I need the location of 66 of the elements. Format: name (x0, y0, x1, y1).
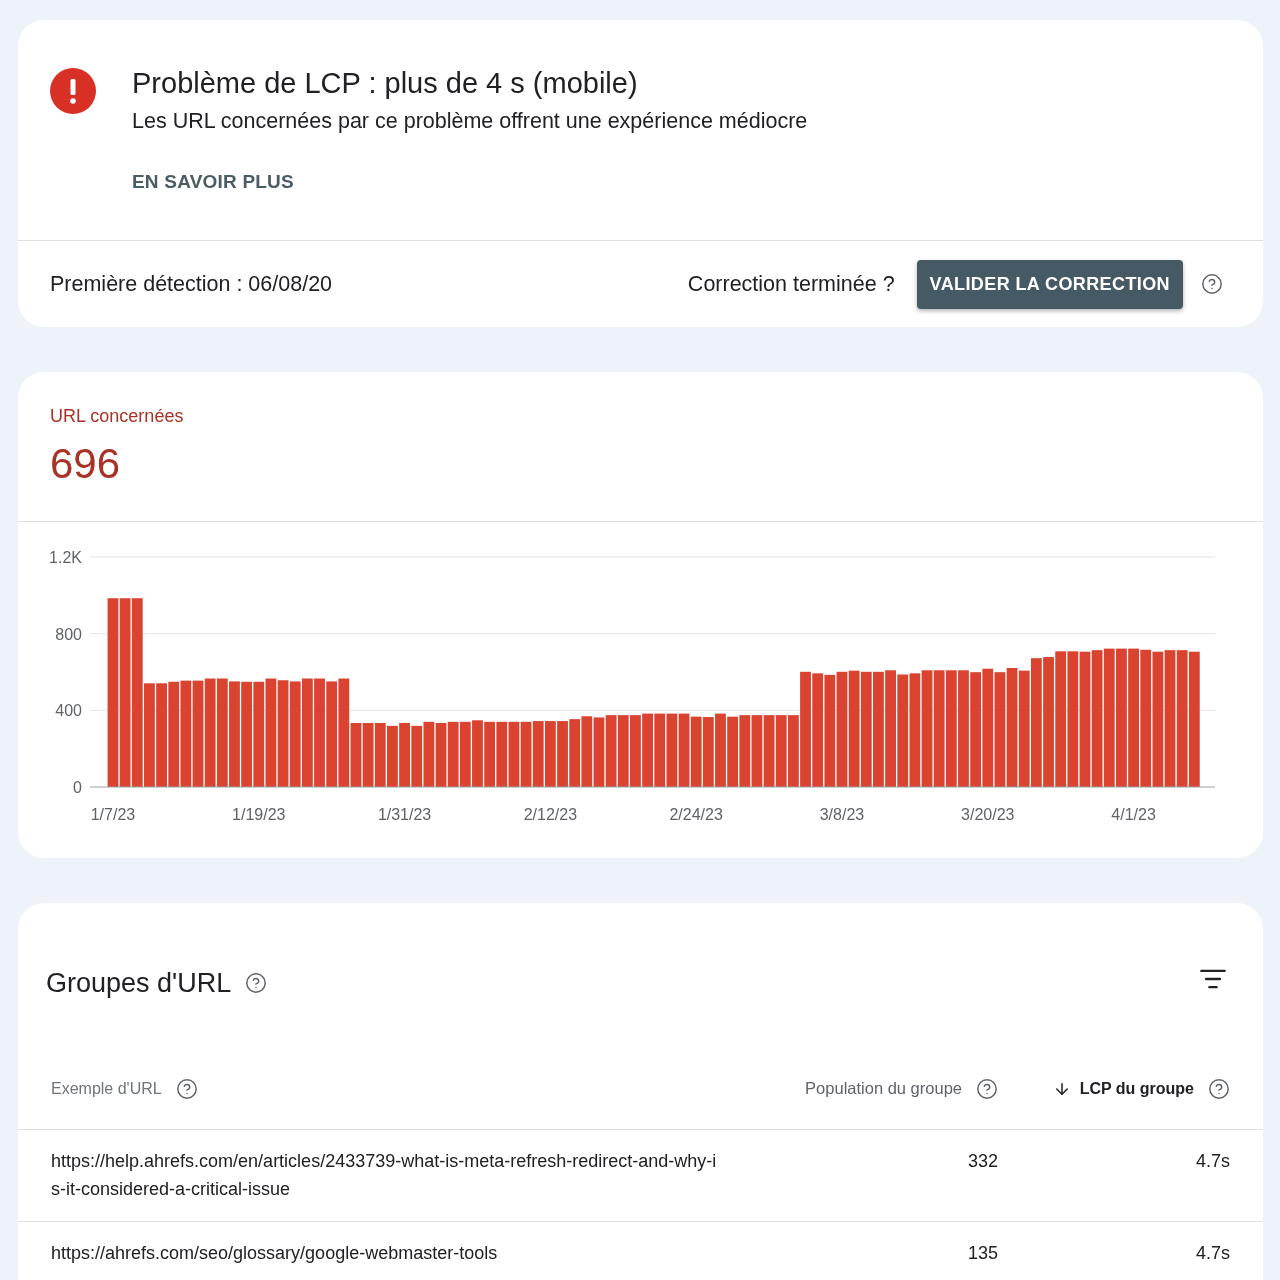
help-icon[interactable] (1208, 1077, 1230, 1100)
lcp-cell-text: 4.7s (1195, 1242, 1230, 1265)
fix-question-text: Correction terminée ? (687, 270, 895, 298)
chart-bar (690, 716, 702, 787)
y-axis-label: 1.2K (49, 549, 82, 566)
chart-bar (362, 723, 374, 787)
chart-bar (593, 717, 605, 787)
issue-title: Problème de LCP : plus de 4 s (mobile) (132, 66, 638, 101)
chart-bar (508, 721, 520, 787)
chart-bar (702, 717, 714, 787)
x-axis-label: 4/1/23 (1111, 806, 1156, 823)
chart-bar (459, 721, 471, 787)
x-axis-label: 3/20/23 (961, 806, 1015, 823)
chart-bar (617, 715, 629, 787)
chart-bar (557, 721, 568, 787)
chart-bar (544, 721, 556, 787)
x-axis-label: 3/8/23 (819, 806, 865, 823)
chart-bar (484, 721, 496, 787)
chart-bar (399, 723, 410, 787)
chart-bar (472, 720, 483, 787)
chart-bar (532, 721, 544, 787)
column-header[interactable]: LCP du groupe (1079, 1076, 1194, 1101)
url-groups-title: Groupes d'URL (46, 967, 232, 1000)
y-axis-label: 0 (73, 779, 82, 796)
affected-urls-count: 696 (50, 439, 121, 489)
help-icon[interactable] (245, 972, 268, 994)
exclamation-icon (50, 68, 96, 114)
issue-description: Les URL concernées par ce problème offrent une expérience médiocre (132, 108, 808, 135)
chart-bar (387, 725, 398, 787)
help-icon[interactable] (976, 1077, 998, 1100)
chart-bar (411, 725, 423, 787)
y-axis-label: 800 (55, 625, 82, 643)
chart-bar (496, 721, 508, 787)
population-cell-text: 332 (967, 1150, 998, 1173)
chart-bar (435, 723, 447, 787)
chart-bar (374, 723, 386, 787)
chart-bar (605, 715, 617, 787)
chart-bar (763, 715, 775, 787)
population-cell-text: 135 (967, 1242, 998, 1265)
chart-bar (569, 719, 581, 787)
x-axis-label: 1/31/23 (377, 806, 432, 823)
help-icon[interactable] (175, 1077, 198, 1100)
chart-bar (447, 721, 459, 787)
chart-bar (630, 715, 641, 787)
column-header[interactable]: Exemple d'URL (51, 1076, 162, 1101)
affected-urls-label: URL concernées (50, 405, 184, 428)
chart-bar (727, 716, 739, 787)
chart-bar (581, 716, 593, 787)
y-axis-label: 400 (55, 702, 82, 720)
url-cell[interactable]: https://help.ahrefs.com/en/articles/2433739-what-is-meta-refresh-redirect-and-why-is-it-considered-a-critical-issue (51, 1147, 721, 1203)
learn-more-link[interactable]: EN SAVOIR PLUS (132, 168, 294, 196)
lcp-cell-text: 4.7s (1195, 1150, 1230, 1173)
validate-fix-button[interactable]: VALIDER LA CORRECTION (916, 259, 1183, 309)
column-header[interactable]: Population du groupe (805, 1076, 962, 1101)
chart-bar (423, 721, 435, 787)
first-detection-text: Première détection : 06/08/20 (50, 270, 333, 298)
x-axis-label: 2/12/23 (523, 806, 578, 823)
help-icon[interactable] (1201, 273, 1223, 295)
chart-bar (520, 721, 532, 787)
chart-bar (739, 715, 751, 787)
chart-bar (775, 715, 787, 787)
x-axis-label: 2/24/23 (669, 806, 723, 823)
x-axis-label: 1/19/23 (232, 806, 286, 823)
url-cell[interactable]: https://ahrefs.com/seo/glossary/google-webmaster-tools (51, 1239, 721, 1267)
chart-bar (751, 715, 763, 787)
x-axis-label: 1/7/23 (90, 806, 136, 823)
